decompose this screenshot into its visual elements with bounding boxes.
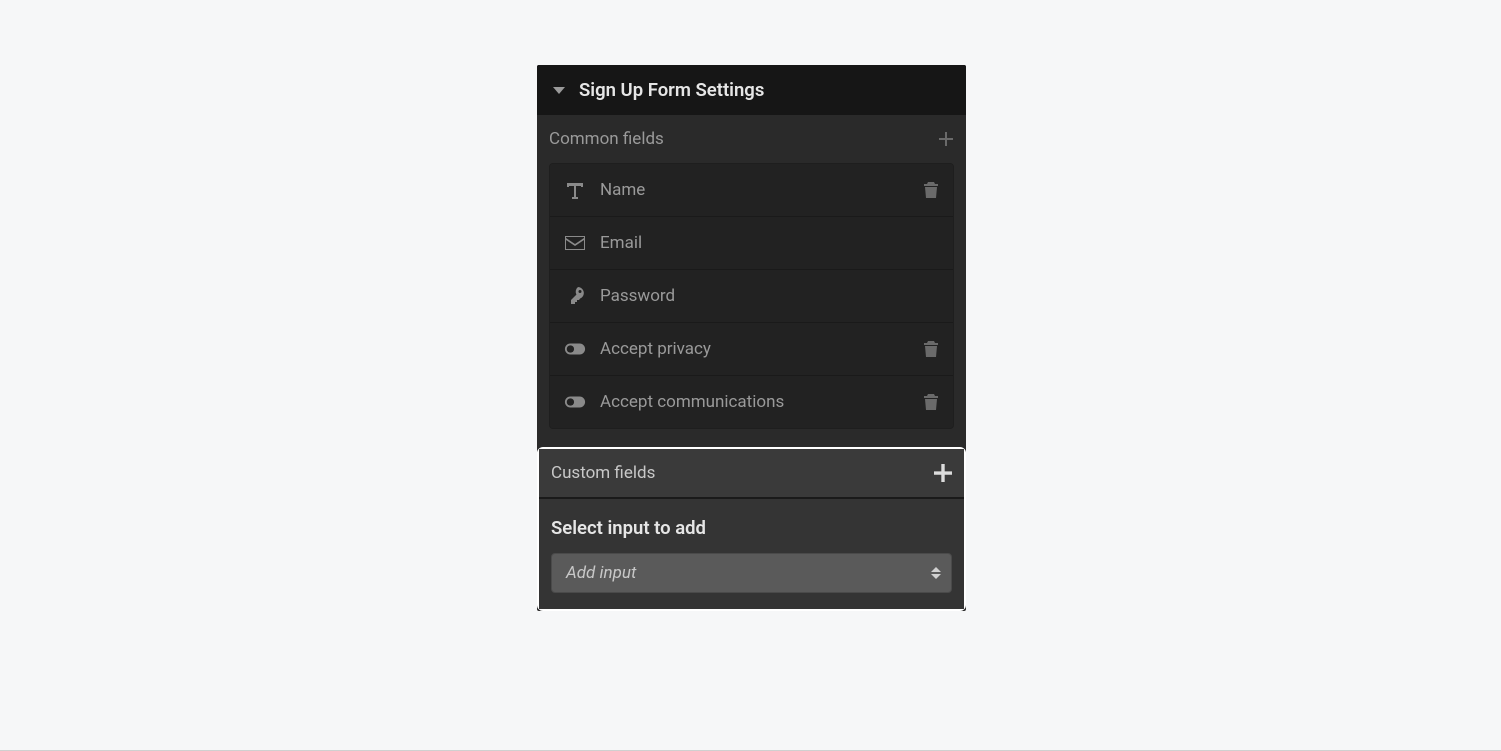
common-fields-header: Common fields	[537, 115, 966, 163]
field-row-name[interactable]: Name	[550, 164, 953, 217]
select-input-label: Select input to add	[551, 517, 952, 539]
text-icon	[564, 180, 586, 200]
field-label: Password	[600, 286, 939, 306]
plus-icon	[938, 131, 954, 147]
panel-header[interactable]: Sign Up Form Settings	[537, 65, 966, 115]
custom-fields-title: Custom fields	[551, 463, 655, 483]
mail-icon	[564, 233, 586, 253]
delete-field-button[interactable]	[923, 340, 939, 358]
select-arrows-icon	[931, 567, 941, 579]
add-custom-field-button[interactable]	[934, 464, 952, 482]
field-row-password[interactable]: Password	[550, 270, 953, 323]
field-row-accept-communications[interactable]: Accept communications	[550, 376, 953, 428]
custom-field-form: Select input to add Add input	[539, 499, 964, 609]
common-field-list: Name Email Password	[549, 163, 954, 429]
key-icon	[564, 286, 586, 306]
field-label: Name	[600, 180, 909, 200]
common-fields-title: Common fields	[549, 129, 664, 149]
custom-fields-header: Custom fields	[539, 449, 964, 499]
delete-field-button[interactable]	[923, 393, 939, 411]
input-type-select[interactable]: Add input	[551, 553, 952, 593]
settings-panel: Sign Up Form Settings Common fields Name	[537, 65, 966, 611]
delete-field-button[interactable]	[923, 181, 939, 199]
panel-title: Sign Up Form Settings	[579, 79, 764, 101]
plus-icon	[934, 464, 952, 482]
trash-icon	[923, 393, 939, 411]
toggle-icon	[564, 339, 586, 359]
trash-icon	[923, 340, 939, 358]
trash-icon	[923, 181, 939, 199]
field-label: Accept communications	[600, 392, 909, 412]
select-placeholder: Add input	[566, 563, 636, 583]
field-row-accept-privacy[interactable]: Accept privacy	[550, 323, 953, 376]
field-label: Accept privacy	[600, 339, 909, 359]
common-fields-section: Common fields Name Email	[537, 115, 966, 429]
toggle-icon	[564, 392, 586, 412]
field-label: Email	[600, 233, 939, 253]
field-row-email[interactable]: Email	[550, 217, 953, 270]
add-common-field-button[interactable]	[938, 131, 954, 147]
custom-fields-section: Custom fields Select input to add Add in…	[537, 447, 966, 611]
caret-down-icon	[553, 87, 565, 94]
